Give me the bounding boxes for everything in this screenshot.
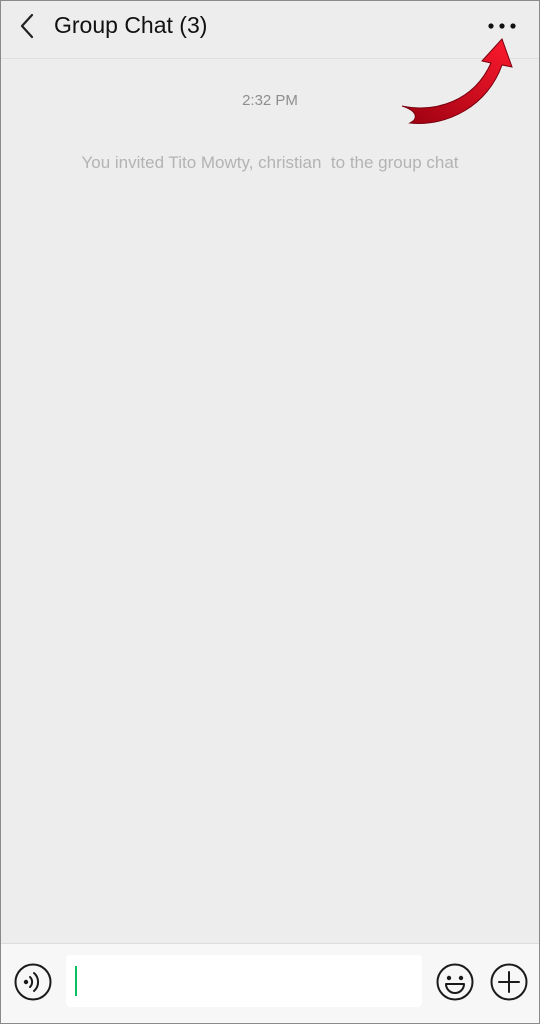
chat-screen: Group Chat (3) 2:32 PM You invited Tito …: [0, 0, 540, 1024]
more-actions-button[interactable]: [489, 962, 529, 1002]
composer-bar: [1, 943, 539, 1023]
text-cursor: [75, 966, 77, 996]
page-title: Group Chat (3): [54, 12, 208, 38]
voice-icon: [14, 963, 52, 1001]
system-message: You invited Tito Mowty, christian to the…: [81, 153, 459, 172]
message-timestamp: 2:32 PM: [242, 92, 298, 109]
message-input[interactable]: [66, 955, 422, 1007]
chat-header: Group Chat (3): [1, 1, 539, 59]
emoji-button[interactable]: [435, 962, 475, 1002]
chevron-left-icon: [20, 13, 34, 39]
back-button[interactable]: [11, 9, 45, 43]
emoji-icon: [436, 963, 474, 1001]
more-options-button[interactable]: [484, 11, 520, 41]
voice-button[interactable]: [13, 962, 53, 1002]
more-dots-icon: [488, 23, 516, 29]
plus-icon: [490, 963, 528, 1001]
